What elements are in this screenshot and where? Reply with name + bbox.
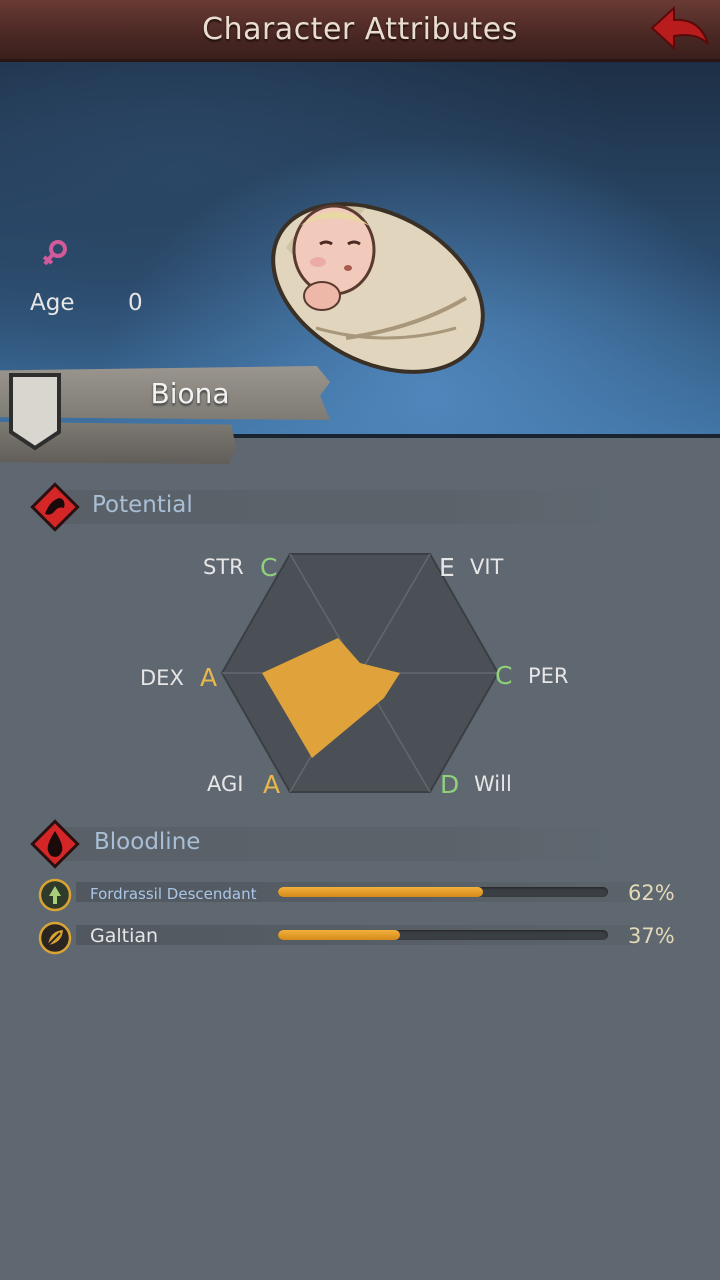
blood-drop-icon <box>30 819 80 869</box>
bloodline-percent: 37% <box>628 924 675 948</box>
title-bar: Character Attributes <box>0 0 720 62</box>
potential-icon <box>30 482 80 532</box>
stat-grade-str: C <box>260 553 278 582</box>
character-portrait <box>271 202 485 374</box>
stat-grade-will: D <box>440 770 460 799</box>
stat-label-will: Will <box>474 772 512 796</box>
potential-header: Potential <box>30 482 630 532</box>
stat-grade-vit: E <box>439 553 455 582</box>
leaf-icon <box>38 921 72 955</box>
bloodline-progress-fill <box>278 930 401 940</box>
stat-label-str: STR <box>203 555 244 579</box>
female-icon <box>42 240 67 266</box>
stat-grade-agi: A <box>263 770 281 799</box>
bloodline-header: Bloodline <box>30 819 630 869</box>
stat-grade-dex: A <box>200 663 218 692</box>
stat-label-vit: VIT <box>470 555 504 579</box>
house-banner-icon[interactable] <box>8 372 62 452</box>
age-label: Age <box>30 290 75 316</box>
potential-radar-chart <box>220 553 500 793</box>
stat-label-agi: AGI <box>207 772 244 796</box>
bloodline-row[interactable]: Galtian 37% <box>36 921 686 955</box>
stat-label-dex: DEX <box>140 666 184 690</box>
stat-grade-per: C <box>495 661 513 690</box>
bloodline-progress-bar <box>278 930 608 940</box>
bloodline-percent: 62% <box>628 881 675 905</box>
bloodline-progress-bar <box>278 887 608 897</box>
bloodline-row[interactable]: Fordrassil Descendant 62% <box>36 878 686 912</box>
bloodline-label: Bloodline <box>94 829 201 855</box>
character-name: Biona <box>150 376 230 410</box>
bloodline-name: Galtian <box>90 925 159 947</box>
potential-label: Potential <box>92 492 193 518</box>
bloodline-progress-fill <box>278 887 483 897</box>
back-arrow-icon[interactable] <box>648 4 712 56</box>
stat-label-per: PER <box>528 664 569 688</box>
tree-icon <box>38 878 72 912</box>
bloodline-name: Fordrassil Descendant <box>90 885 257 903</box>
age-value: 0 <box>128 290 143 316</box>
page-title: Character Attributes <box>202 12 518 47</box>
